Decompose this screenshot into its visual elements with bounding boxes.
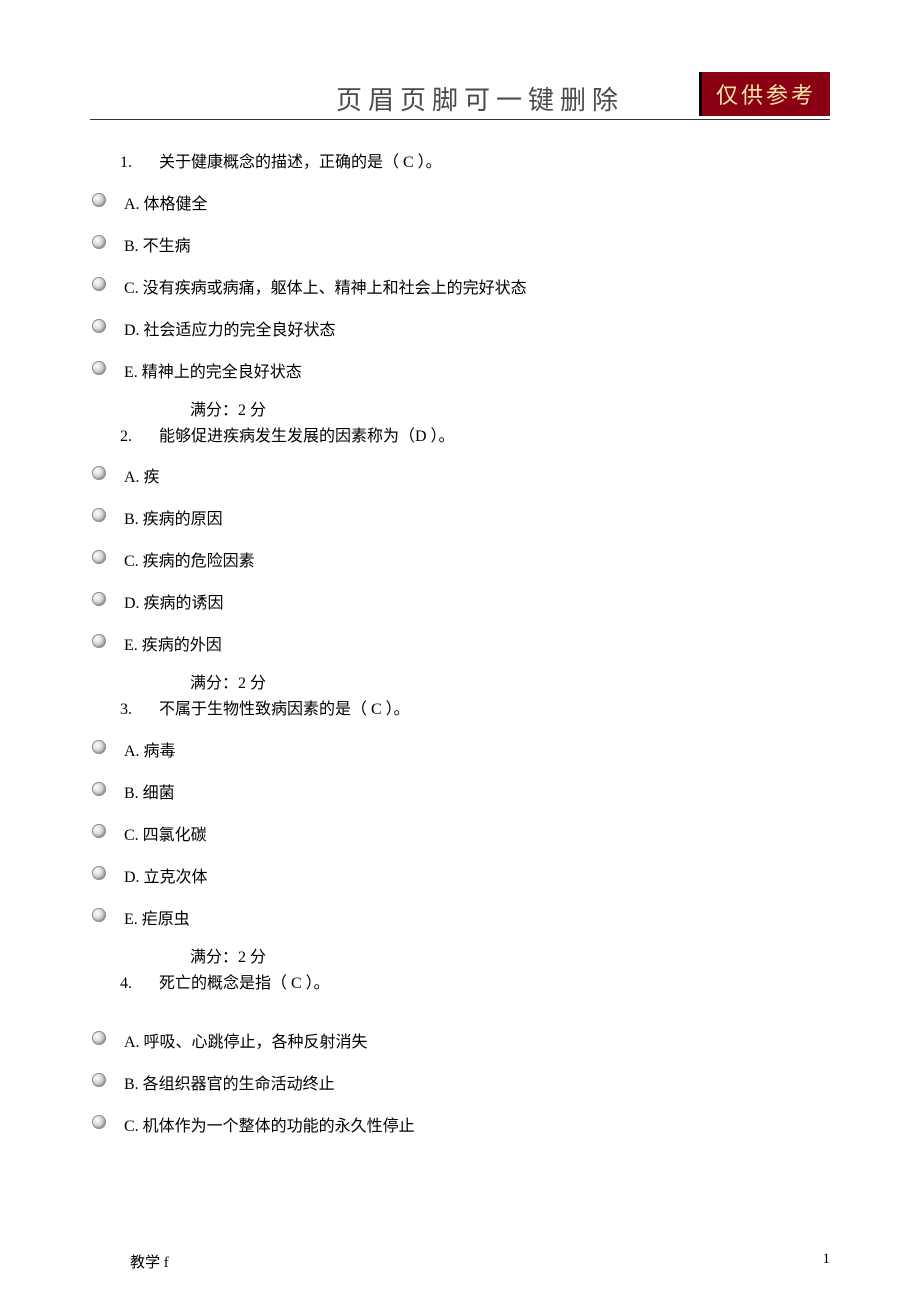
radio-icon[interactable] — [92, 1031, 106, 1045]
option-row[interactable]: D. 社会适应力的完全良好状态 — [90, 312, 830, 340]
header-title: 页眉页脚可一键删除 — [296, 80, 624, 117]
option-row[interactable]: E. 疟原虫 — [90, 901, 830, 929]
question-number: 2. — [120, 424, 155, 450]
radio-icon[interactable] — [92, 361, 106, 375]
option-label: A. 体格健全 — [124, 186, 208, 214]
option-label: C. 没有疾病或病痛，躯体上、精神上和社会上的完好状态 — [124, 270, 527, 298]
radio-icon[interactable] — [92, 908, 106, 922]
option-label: B. 各组织器官的生命活动终止 — [124, 1066, 335, 1094]
option-label: D. 立克次体 — [124, 859, 208, 887]
radio-icon[interactable] — [92, 235, 106, 249]
page-number: 1 — [823, 1251, 831, 1272]
radio-icon[interactable] — [92, 782, 106, 796]
header-bar: 页眉页脚可一键删除 仅供参考 — [90, 80, 830, 120]
question-1: 1. 关于健康概念的描述，正确的是（ C ）。 A. 体格健全 B. 不生病 C… — [90, 150, 830, 420]
option-row[interactable]: B. 不生病 — [90, 228, 830, 256]
header-badge: 仅供参考 — [699, 72, 830, 116]
radio-icon[interactable] — [92, 1073, 106, 1087]
radio-icon[interactable] — [92, 634, 106, 648]
option-row[interactable]: B. 各组织器官的生命活动终止 — [90, 1066, 830, 1094]
question-text: 3. 不属于生物性致病因素的是（ C ）。 — [90, 697, 830, 723]
option-row[interactable]: A. 呼吸、心跳停止，各种反射消失 — [90, 1024, 830, 1052]
footer-left: 教学 f — [90, 1251, 169, 1272]
question-text: 4. 死亡的概念是指（ C ）。 — [90, 971, 830, 997]
question-4: 4. 死亡的概念是指（ C ）。 A. 呼吸、心跳停止，各种反射消失 B. 各组… — [90, 971, 830, 1137]
option-row[interactable]: C. 没有疾病或病痛，躯体上、精神上和社会上的完好状态 — [90, 270, 830, 298]
option-row[interactable]: B. 细菌 — [90, 775, 830, 803]
option-row[interactable]: A. 体格健全 — [90, 186, 830, 214]
option-label: C. 疾病的危险因素 — [124, 543, 255, 571]
page-container: 页眉页脚可一键删除 仅供参考 1. 关于健康概念的描述，正确的是（ C ）。 A… — [0, 0, 920, 1302]
question-stem: 不属于生物性致病因素的是（ C ）。 — [159, 701, 410, 718]
question-3: 3. 不属于生物性致病因素的是（ C ）。 A. 病毒 B. 细菌 C. 四氯化… — [90, 697, 830, 967]
option-label: A. 呼吸、心跳停止，各种反射消失 — [124, 1024, 368, 1052]
radio-icon[interactable] — [92, 824, 106, 838]
question-stem: 死亡的概念是指（ C ）。 — [159, 975, 330, 992]
option-row[interactable]: C. 疾病的危险因素 — [90, 543, 830, 571]
question-text: 1. 关于健康概念的描述，正确的是（ C ）。 — [90, 150, 830, 176]
option-row[interactable]: A. 疾 — [90, 459, 830, 487]
option-row[interactable]: E. 疾病的外因 — [90, 627, 830, 655]
option-label: A. 疾 — [124, 459, 160, 487]
option-label: B. 不生病 — [124, 228, 191, 256]
radio-icon[interactable] — [92, 592, 106, 606]
score-line: 满分：2 分 — [90, 396, 830, 420]
option-label: D. 疾病的诱因 — [124, 585, 224, 613]
question-stem: 关于健康概念的描述，正确的是（ C ）。 — [159, 154, 442, 171]
question-stem: 能够促进疾病发生发展的因素称为（D ）。 — [159, 428, 455, 445]
radio-icon[interactable] — [92, 193, 106, 207]
option-row[interactable]: B. 疾病的原因 — [90, 501, 830, 529]
score-line: 满分：2 分 — [90, 669, 830, 693]
question-number: 4. — [120, 971, 155, 997]
question-2: 2. 能够促进疾病发生发展的因素称为（D ）。 A. 疾 B. 疾病的原因 C.… — [90, 424, 830, 694]
option-label: D. 社会适应力的完全良好状态 — [124, 312, 336, 340]
question-text: 2. 能够促进疾病发生发展的因素称为（D ）。 — [90, 424, 830, 450]
option-row[interactable]: D. 疾病的诱因 — [90, 585, 830, 613]
option-label: E. 精神上的完全良好状态 — [124, 354, 302, 382]
radio-icon[interactable] — [92, 1115, 106, 1129]
question-number: 1. — [120, 150, 155, 176]
radio-icon[interactable] — [92, 866, 106, 880]
option-label: E. 疾病的外因 — [124, 627, 222, 655]
option-label: A. 病毒 — [124, 733, 176, 761]
radio-icon[interactable] — [92, 277, 106, 291]
option-label: B. 疾病的原因 — [124, 501, 223, 529]
option-row[interactable]: D. 立克次体 — [90, 859, 830, 887]
option-label: C. 四氯化碳 — [124, 817, 207, 845]
radio-icon[interactable] — [92, 740, 106, 754]
radio-icon[interactable] — [92, 466, 106, 480]
radio-icon[interactable] — [92, 550, 106, 564]
question-number: 3. — [120, 697, 155, 723]
option-label: C. 机体作为一个整体的功能的永久性停止 — [124, 1108, 415, 1136]
radio-icon[interactable] — [92, 319, 106, 333]
option-label: B. 细菌 — [124, 775, 175, 803]
option-label: E. 疟原虫 — [124, 901, 190, 929]
option-row[interactable]: A. 病毒 — [90, 733, 830, 761]
footer: 教学 f 1 — [90, 1251, 830, 1272]
score-line: 满分：2 分 — [90, 943, 830, 967]
option-row[interactable]: C. 四氯化碳 — [90, 817, 830, 845]
radio-icon[interactable] — [92, 508, 106, 522]
option-row[interactable]: C. 机体作为一个整体的功能的永久性停止 — [90, 1108, 830, 1136]
option-row[interactable]: E. 精神上的完全良好状态 — [90, 354, 830, 382]
